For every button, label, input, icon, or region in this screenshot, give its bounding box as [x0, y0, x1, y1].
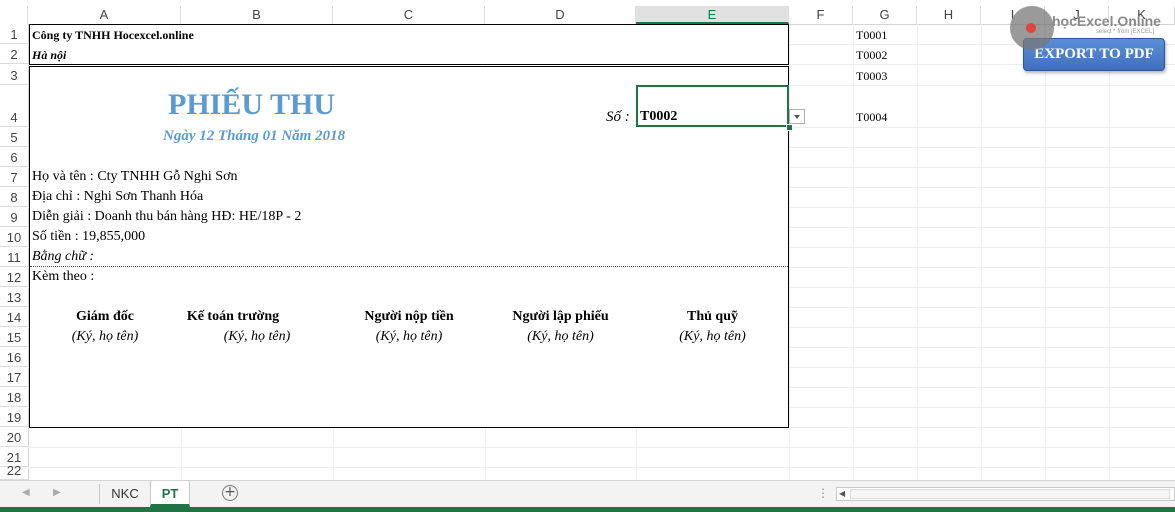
row-header[interactable]: 8: [0, 187, 28, 207]
list-item: T0001: [856, 28, 888, 42]
signature-hint: (Ký, họ tên): [375, 329, 443, 344]
tab-nkc[interactable]: NKC: [100, 481, 150, 507]
tab-pt[interactable]: PT: [150, 481, 190, 507]
column-header-b[interactable]: B: [181, 6, 333, 24]
chevron-down-icon: [794, 115, 800, 119]
add-sheet-icon[interactable]: +: [222, 485, 238, 501]
row-header[interactable]: 22: [0, 463, 28, 480]
receipt-number-label: Số :: [606, 109, 630, 125]
receipt-number-value: T0002: [640, 109, 678, 124]
scroll-tabs-right-icon[interactable]: ▶: [53, 487, 61, 498]
signature-title: Thủ quỹ: [687, 309, 738, 324]
receipt-amount: Số tiền : 19,855,000: [32, 229, 146, 244]
payer-address: Địa chỉ : Nghi Sơn Thanh Hóa: [32, 189, 204, 204]
scroll-left-icon[interactable]: ◀: [839, 489, 845, 498]
row-header-bar: 1 2 3 4 5 6 7 8 9 10 11 12 13 14 15 16 1…: [0, 24, 29, 480]
row-header[interactable]: 16: [0, 347, 28, 367]
column-header-a[interactable]: A: [28, 6, 181, 24]
receipt-description: Diễn giải : Doanh thu bán hàng HĐ: HE/18…: [32, 209, 302, 224]
row-header[interactable]: 1: [0, 24, 28, 44]
horizontal-scrollbar[interactable]: ◀: [836, 487, 1175, 501]
row-header[interactable]: 10: [0, 227, 28, 247]
sheet-tabs-bar: ◀ ▶ NKC PT + ⋮ ◀: [0, 480, 1175, 508]
signature-title: Người lập phiếu: [512, 309, 609, 324]
column-header-h[interactable]: H: [917, 6, 981, 24]
row-header[interactable]: 4: [0, 85, 28, 127]
receipt-title: PHIẾU THU: [168, 88, 335, 121]
column-header-e[interactable]: E: [636, 6, 789, 24]
dotted-separator: [30, 266, 788, 267]
row-header[interactable]: 13: [0, 287, 28, 307]
row-header[interactable]: 18: [0, 387, 28, 407]
signature-title: Người nộp tiền: [364, 309, 454, 324]
row-header[interactable]: 9: [0, 207, 28, 227]
scroll-tabs-left-icon[interactable]: ◀: [22, 487, 30, 498]
row-header[interactable]: 19: [0, 407, 28, 427]
column-header-c[interactable]: C: [333, 6, 485, 24]
row-header[interactable]: 11: [0, 247, 28, 267]
row-header[interactable]: 17: [0, 367, 28, 387]
list-item: T0004: [856, 110, 888, 124]
select-all-corner[interactable]: [0, 6, 28, 24]
signature-hint: (Ký, họ tên): [223, 329, 291, 344]
row-header[interactable]: 20: [0, 427, 28, 447]
company-city: Hà nội: [32, 48, 67, 62]
row-header[interactable]: 3: [0, 64, 28, 85]
list-item: T0003: [856, 69, 888, 83]
column-header-d[interactable]: D: [485, 6, 636, 24]
row-header[interactable]: 6: [0, 147, 28, 167]
row-header[interactable]: 5: [0, 127, 28, 147]
fill-handle[interactable]: [786, 124, 793, 131]
dropdown-arrow-button[interactable]: [789, 109, 805, 124]
row-header[interactable]: 15: [0, 327, 28, 347]
logo-icon: [1010, 6, 1054, 50]
scrollbar-thumb[interactable]: [850, 489, 1170, 499]
attached-documents: Kèm theo :: [32, 269, 95, 284]
signature-hint: (Ký, họ tên): [71, 329, 139, 344]
list-item: T0002: [856, 48, 888, 62]
receipt-date: Ngày 12 Tháng 01 Năm 2018: [163, 128, 346, 144]
row-header[interactable]: 2: [0, 44, 28, 64]
row-header[interactable]: 7: [0, 167, 28, 187]
watermark-tagline: select * from [EXCEL]: [1096, 29, 1155, 35]
amount-in-words: Bằng chữ :: [32, 249, 95, 264]
signature-hint: (Ký, họ tên): [679, 329, 746, 344]
row-header[interactable]: 12: [0, 267, 28, 287]
more-options-icon[interactable]: ⋮: [817, 486, 829, 500]
column-header-bar: A B C D E F G H I J K: [0, 6, 1175, 25]
record-dot-icon: [1026, 23, 1036, 33]
column-header-g[interactable]: G: [853, 6, 917, 24]
status-bar: [0, 507, 1175, 512]
column-header-f[interactable]: F: [789, 6, 853, 24]
signature-hint: (Ký, họ tên): [527, 329, 594, 344]
row-header[interactable]: 14: [0, 307, 28, 327]
payer-name: Họ và tên : Cty TNHH Gỗ Nghi Sơn: [32, 169, 238, 184]
signature-title: Kế toán trường: [186, 309, 280, 324]
company-name: Công ty TNHH Hocexcel.online: [32, 28, 194, 42]
watermark-brand: họcExcel.Online: [1052, 13, 1161, 29]
